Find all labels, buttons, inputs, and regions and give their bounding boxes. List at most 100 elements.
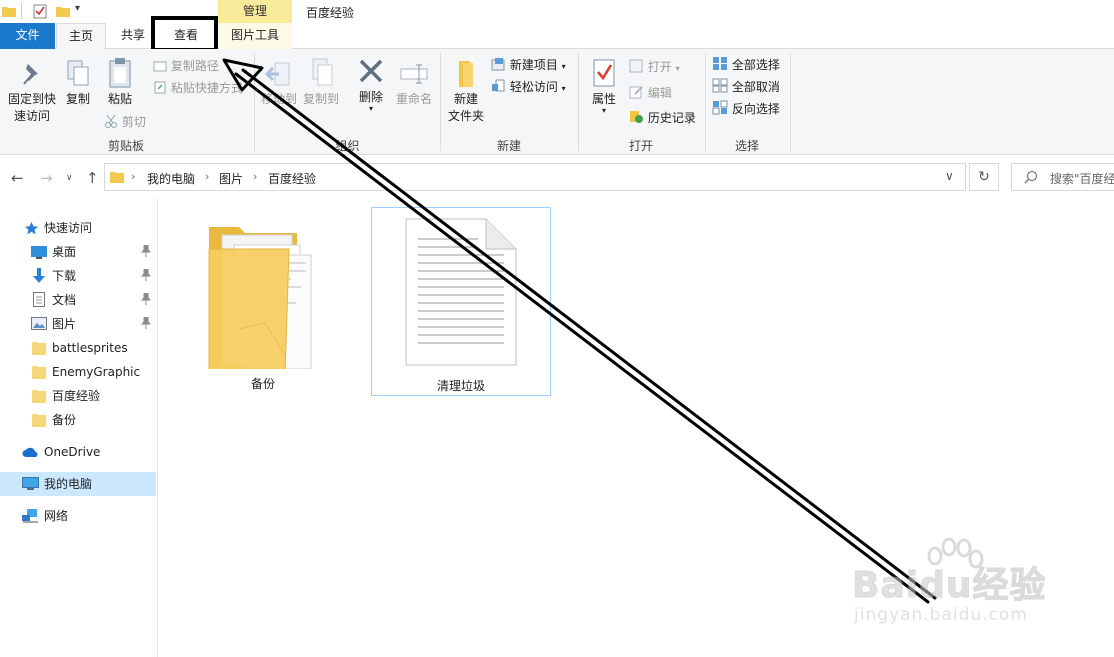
history-button[interactable]: 历史记录	[629, 109, 696, 126]
select-all-button[interactable]: 全部选择	[712, 56, 780, 73]
file-item-folder-backup[interactable]: 备份	[204, 209, 322, 395]
nav-folder-enemygraphic[interactable]: EnemyGraphic	[0, 360, 156, 384]
organize-group-label: 组织	[335, 139, 360, 153]
download-icon	[33, 268, 45, 283]
refresh-button[interactable]: ↻	[969, 163, 999, 191]
delete-x-icon	[359, 59, 383, 83]
pin-icon	[141, 245, 151, 257]
new-folder-icon[interactable]	[56, 4, 70, 18]
baidu-watermark: Baidu经验 jingyan.baidu.com	[851, 538, 1062, 638]
address-dropdown-icon[interactable]: ∨	[945, 169, 954, 183]
breadcrumb-pictures[interactable]: 图片	[219, 170, 243, 187]
watermark-logo-text: Baidu经验	[851, 565, 1047, 607]
open-icon	[629, 59, 643, 73]
folder-icon	[32, 342, 46, 355]
up-arrow-icon[interactable]: ↑	[86, 169, 99, 187]
back-arrow-icon[interactable]: ←	[11, 169, 24, 187]
ribbon: 固定到快 速访问 复制 粘贴 复制路径 粘贴快捷方式 剪切 剪贴板 移动到 复制…	[0, 49, 1114, 155]
select-all-icon	[713, 57, 727, 70]
view-tab-highlight-box	[151, 16, 218, 52]
select-none-button[interactable]: 全部取消	[712, 78, 780, 95]
copy-icon	[67, 60, 89, 86]
watermark-url: jingyan.baidu.com	[854, 605, 1028, 625]
nav-documents[interactable]: 文档	[0, 288, 156, 312]
forward-arrow-icon[interactable]: →	[40, 169, 53, 187]
computer-icon	[22, 477, 39, 490]
nav-this-pc[interactable]: 我的电脑	[0, 472, 156, 496]
window-title: 百度经验	[306, 6, 355, 20]
tab-share[interactable]: 共享	[112, 23, 154, 49]
invert-selection-button[interactable]: 反向选择	[712, 100, 780, 117]
pin-icon	[141, 269, 151, 281]
delete-button[interactable]: 删除 ▾	[354, 57, 388, 113]
folder-icon	[32, 390, 46, 403]
navigation-pane: 快速访问 桌面 下载 文档 图片 battlesprites EnemyGrap…	[0, 199, 158, 657]
nav-quick-access[interactable]: 快速访问	[0, 216, 156, 240]
open-button[interactable]: 打开 ▾	[629, 58, 680, 75]
move-to-button[interactable]: 移动到	[258, 59, 300, 108]
move-to-icon	[265, 62, 290, 86]
cloud-icon	[22, 447, 38, 457]
nav-folder-baidu-jingyan[interactable]: 百度经验	[0, 384, 156, 408]
properties-button[interactable]: 属性 ▾	[584, 57, 624, 115]
nav-folder-backup[interactable]: 备份	[0, 408, 156, 432]
new-group-label: 新建	[496, 139, 521, 153]
edit-button[interactable]: 编辑	[629, 84, 672, 101]
document-icon	[33, 292, 45, 307]
easy-access-button[interactable]: 轻松访问 ▾	[491, 78, 566, 95]
copy-to-icon	[312, 58, 333, 86]
nav-network[interactable]: 网络	[0, 504, 156, 528]
properties-icon	[593, 59, 615, 87]
pin-quick-access-button[interactable]: 固定到快 速访问	[4, 61, 60, 125]
copy-path-icon	[153, 61, 167, 72]
breadcrumb-baidu-jingyan[interactable]: 百度经验	[268, 170, 316, 187]
copy-to-button[interactable]: 复制到	[300, 57, 342, 108]
tab-picture-tools[interactable]: 图片工具	[218, 23, 292, 49]
customize-quick-access-icon[interactable]: ▾	[75, 3, 80, 14]
copy-path-button[interactable]: 复制路径	[153, 57, 219, 74]
nav-onedrive[interactable]: OneDrive	[0, 440, 156, 464]
paste-button[interactable]: 粘贴	[103, 57, 137, 108]
folder-icon	[32, 414, 46, 427]
nav-downloads[interactable]: 下载	[0, 264, 156, 288]
search-input[interactable]: 搜索"百度经	[1011, 163, 1114, 191]
select-group-label: 选择	[734, 139, 759, 153]
rename-button[interactable]: 重命名	[394, 59, 434, 108]
new-folder-icon	[459, 61, 473, 87]
address-bar[interactable]: › 我的电脑 › 图片 › 百度经验 ∨	[104, 163, 966, 191]
open-group-label: 打开	[628, 139, 653, 153]
properties-check-icon[interactable]	[33, 4, 47, 19]
easy-access-icon	[492, 79, 505, 92]
nav-desktop[interactable]: 桌面	[0, 240, 156, 264]
new-item-icon	[491, 58, 505, 71]
file-name-label: 清理垃圾	[436, 379, 485, 393]
select-none-icon	[712, 78, 728, 93]
folder-icon	[32, 366, 46, 379]
scissors-icon	[105, 114, 117, 128]
copy-button[interactable]: 复制	[62, 59, 94, 108]
file-name-label: 备份	[250, 377, 275, 391]
tab-home[interactable]: 主页	[56, 23, 106, 50]
new-folder-button[interactable]: 新建 文件夹	[444, 59, 488, 125]
folder-icon	[110, 172, 124, 183]
pin-icon	[23, 64, 38, 85]
recent-locations-icon[interactable]: ∨	[66, 173, 73, 183]
folder-with-preview-icon	[208, 227, 312, 369]
paste-icon	[109, 58, 131, 88]
rename-icon	[400, 64, 428, 84]
desktop-icon	[31, 246, 47, 259]
search-placeholder: 搜索"百度经	[1050, 172, 1114, 186]
pin-icon	[141, 293, 151, 305]
star-icon	[25, 222, 38, 235]
nav-folder-battlesprites[interactable]: battlesprites	[0, 336, 156, 360]
tab-file[interactable]: 文件	[0, 23, 55, 49]
pin-icon	[141, 317, 151, 329]
nav-pictures[interactable]: 图片	[0, 312, 156, 336]
new-item-button[interactable]: 新建项目 ▾	[491, 56, 566, 73]
paste-shortcut-button[interactable]: 粘贴快捷方式	[153, 79, 243, 96]
manage-tab[interactable]: 管理	[218, 0, 292, 23]
cut-button[interactable]: 剪切	[104, 113, 146, 130]
edit-icon	[629, 86, 643, 99]
breadcrumb-this-pc[interactable]: 我的电脑	[147, 170, 195, 187]
file-item-cleanup[interactable]: 清理垃圾	[371, 207, 551, 396]
